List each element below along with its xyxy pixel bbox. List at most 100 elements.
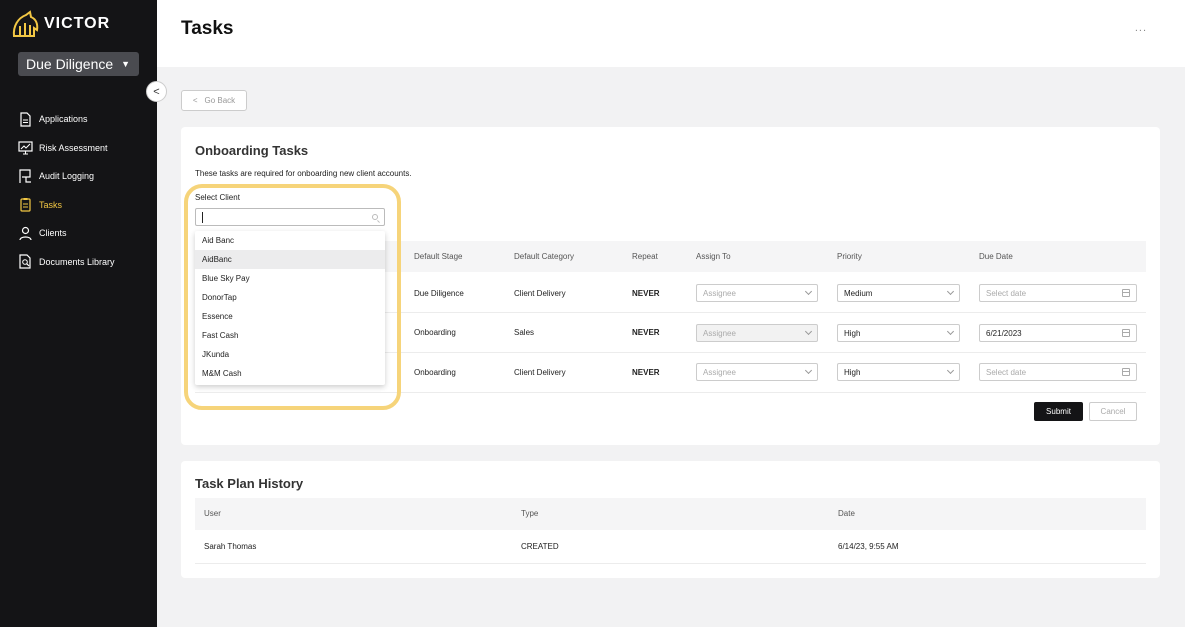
priority-select[interactable]: Medium (837, 284, 960, 302)
sidebar-item-label: Documents Library (39, 256, 115, 267)
flag-icon (19, 169, 31, 183)
chart-monitor-icon (18, 141, 33, 155)
row-divider (195, 563, 1146, 564)
row-category: Client Delivery (514, 289, 566, 298)
submit-button[interactable]: Submit (1034, 402, 1083, 421)
module-label: Due Diligence (26, 56, 114, 72)
client-search-input[interactable] (195, 208, 385, 226)
assignee-select[interactable]: Assignee (696, 284, 818, 302)
client-option[interactable]: JKunda (195, 345, 385, 364)
chevron-left-icon: < (192, 96, 198, 105)
sidebar-item-clients[interactable]: Clients (0, 219, 157, 248)
client-option[interactable]: Blue Sky Pay (195, 269, 385, 288)
history-date: 6/14/23, 9:55 AM (838, 542, 899, 551)
sidebar-item-audit-logging[interactable]: Audit Logging (0, 162, 157, 191)
column-header: Type (521, 509, 539, 518)
sidebar-item-label: Clients (39, 228, 67, 239)
logo-text: VICTOR (44, 15, 111, 32)
history-title: Task Plan History (195, 476, 304, 491)
sidebar: VICTOR Due Diligence ▼ Applications Risk… (0, 0, 157, 627)
sidebar-item-label: Applications (39, 114, 88, 125)
chevron-down-icon (946, 327, 955, 336)
sidebar-item-applications[interactable]: Applications (0, 105, 157, 134)
priority-value: High (844, 367, 861, 377)
row-category: Client Delivery (514, 368, 566, 377)
client-option[interactable]: M&M Cash (195, 364, 385, 383)
sidebar-item-label: Tasks (39, 199, 63, 210)
sidebar-nav: Applications Risk Assessment Audit Loggi… (0, 105, 157, 276)
assignee-value: Assignee (703, 367, 736, 377)
row-category: Sales (514, 328, 535, 337)
client-option[interactable]: Aid Banc (195, 231, 385, 250)
column-header: Assign To (696, 252, 731, 261)
page-title: Tasks (181, 18, 234, 39)
chevron-down-icon (946, 287, 955, 296)
clipboard-icon (20, 198, 31, 212)
go-back-button[interactable]: < Go Back (181, 90, 247, 111)
priority-select[interactable]: High (837, 324, 960, 342)
assignee-select[interactable]: Assignee (696, 363, 818, 381)
priority-value: High (844, 328, 861, 338)
column-header: Default Stage (414, 252, 463, 261)
text-cursor (202, 212, 203, 223)
user-icon (19, 226, 32, 240)
onboarding-title: Onboarding Tasks (195, 143, 309, 158)
client-option[interactable]: DonorTap (195, 288, 385, 307)
document-search-icon (19, 254, 31, 269)
select-client-label: Select Client (195, 193, 240, 202)
assignee-select[interactable]: Assignee (696, 324, 818, 342)
row-divider (195, 392, 1146, 393)
logo: VICTOR (10, 10, 110, 38)
column-header: User (204, 509, 221, 518)
due-date-value: Select date (986, 367, 1027, 377)
sidebar-item-risk-assessment[interactable]: Risk Assessment (0, 134, 157, 163)
search-icon (372, 214, 378, 220)
client-option[interactable]: AidBanc (195, 250, 385, 269)
more-options-button[interactable]: ... (1135, 22, 1147, 34)
sidebar-item-label: Audit Logging (39, 171, 95, 182)
chevron-down-icon (946, 366, 955, 375)
history-user: Sarah Thomas (204, 542, 257, 551)
column-header: Default Category (514, 252, 575, 261)
task-plan-history-card: Task Plan History User Type Date Sarah T… (181, 461, 1160, 578)
sidebar-item-label: Risk Assessment (39, 142, 108, 153)
client-dropdown: Aid Banc AidBanc Blue Sky Pay DonorTap E… (195, 231, 385, 385)
calendar-icon (1122, 289, 1130, 297)
sidebar-item-tasks[interactable]: Tasks (0, 191, 157, 220)
column-header: Priority (837, 252, 862, 261)
chevron-down-icon (804, 327, 813, 336)
chevron-down-icon (804, 287, 813, 296)
go-back-label: Go Back (204, 96, 236, 105)
history-type: CREATED (521, 542, 559, 551)
cancel-button[interactable]: Cancel (1089, 402, 1137, 421)
document-icon (20, 112, 31, 127)
column-header: Repeat (632, 252, 658, 261)
row-repeat: NEVER (632, 328, 660, 337)
column-header: Due Date (979, 252, 1013, 261)
client-option[interactable]: Essence (195, 307, 385, 326)
priority-select[interactable]: High (837, 363, 960, 381)
calendar-icon (1122, 368, 1130, 376)
sidebar-item-documents-library[interactable]: Documents Library (0, 248, 157, 277)
module-selector[interactable]: Due Diligence ▼ (18, 52, 139, 76)
due-date-value: 6/21/2023 (986, 328, 1022, 338)
caret-down-icon: ▼ (121, 59, 131, 69)
due-date-picker[interactable]: Select date (979, 284, 1137, 302)
row-repeat: NEVER (632, 289, 660, 298)
onboarding-description: These tasks are required for onboarding … (195, 169, 412, 178)
due-date-value: Select date (986, 288, 1027, 298)
history-table-header (195, 498, 1146, 530)
due-date-picker[interactable]: Select date (979, 363, 1137, 381)
chevron-left-icon: < (153, 85, 160, 98)
row-stage: Due Diligence (414, 289, 464, 298)
column-header: Date (838, 509, 855, 518)
calendar-icon (1122, 329, 1130, 337)
row-stage: Onboarding (414, 368, 456, 377)
collapse-sidebar-button[interactable]: < (146, 81, 167, 102)
due-date-picker[interactable]: 6/21/2023 (979, 324, 1137, 342)
row-stage: Onboarding (414, 328, 456, 337)
assignee-value: Assignee (703, 288, 736, 298)
assignee-value: Assignee (703, 328, 736, 338)
client-option[interactable]: Fast Cash (195, 326, 385, 345)
chevron-down-icon (804, 366, 813, 375)
